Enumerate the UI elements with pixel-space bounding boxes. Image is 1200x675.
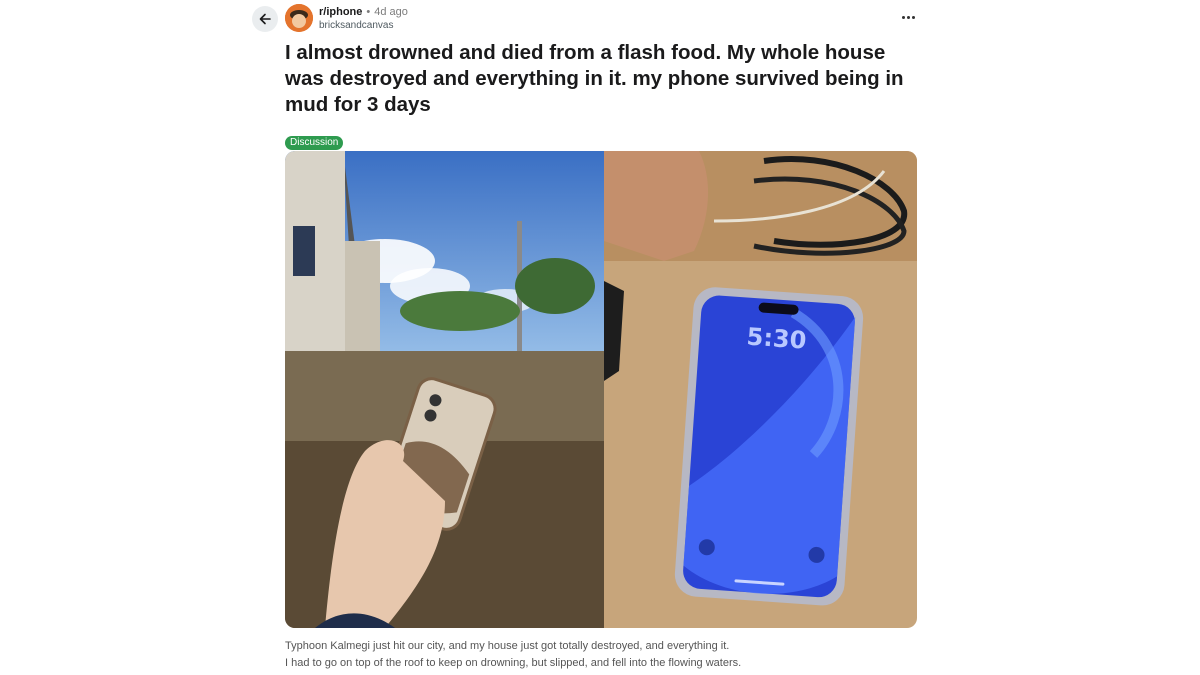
working-phone-photo: 5:30 [604, 151, 917, 628]
arrow-left-icon [259, 13, 271, 25]
author-username[interactable]: bricksandcanvas [319, 19, 408, 33]
post-flair[interactable]: Discussion [285, 136, 344, 150]
meta-separator: • [366, 6, 371, 18]
post-title: I almost drowned and died from a flash f… [285, 41, 904, 116]
phone-lock-time: 5:30 [746, 323, 808, 355]
post-image-gallery[interactable]: 5:30 [285, 151, 917, 628]
more-horizontal-icon [901, 15, 905, 19]
post-age: 4d ago [374, 6, 408, 18]
more-options-button[interactable] [898, 10, 918, 24]
back-button[interactable] [252, 6, 278, 32]
muddy-phone-photo [285, 151, 604, 628]
post-body: Typhoon Kalmegi just hit our city, and m… [285, 638, 925, 672]
subreddit-avatar[interactable] [285, 4, 313, 32]
post-meta: r/iphone • 4d ago bricksandcanvas [319, 5, 408, 33]
body-line: Typhoon Kalmegi just hit our city, and m… [285, 640, 730, 652]
body-line: I had to go on top of the roof to keep o… [285, 657, 742, 669]
subreddit-link[interactable]: r/iphone [319, 5, 362, 19]
